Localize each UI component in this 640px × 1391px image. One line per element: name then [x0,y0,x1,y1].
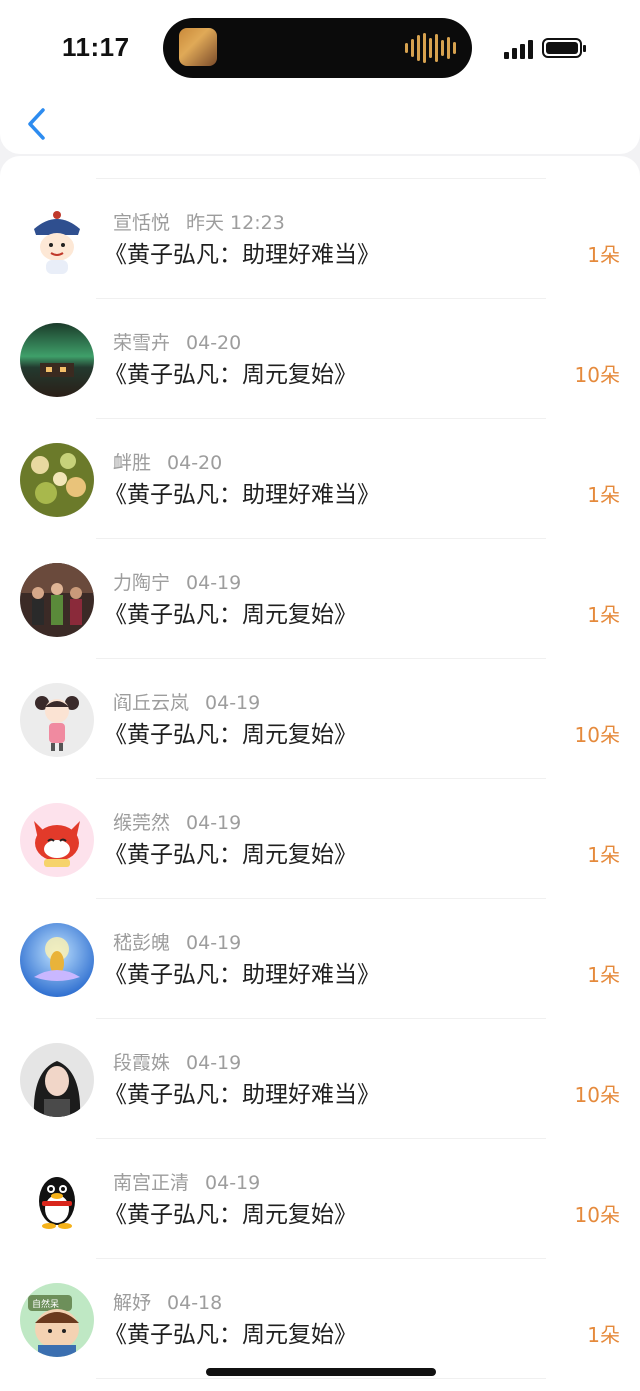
sender-name: 阎丘云岚 [113,692,190,714]
dynamic-island[interactable] [163,18,472,78]
sender-line: 解妤 04-18 [113,1288,222,1315]
list-item[interactable]: 力陶宁 04-19 《黄子弘凡：周元复始》 1朵 [0,539,640,659]
send-date: 04-19 [186,572,242,594]
flower-count: 10朵 [574,363,620,387]
send-date: 04-20 [167,452,223,474]
book-title: 《黄子弘凡：助理好难当》 [104,242,380,268]
avatar[interactable] [20,923,94,997]
sender-line: 荣雪卉 04-20 [113,328,241,355]
sender-name: 衅胜 [113,452,152,474]
cellular-signal-icon [504,40,533,59]
status-bar: 11:17 [0,0,640,96]
book-title: 《黄子弘凡：周元复始》 [104,602,357,628]
sender-line: 南宫正清 04-19 [113,1168,260,1195]
avatar[interactable] [20,323,94,397]
book-title: 《黄子弘凡：助理好难当》 [104,962,380,988]
battery-icon [542,38,586,58]
list-item[interactable]: 阎丘云岚 04-19 《黄子弘凡：周元复始》 10朵 [0,659,640,779]
back-button[interactable] [20,102,54,146]
list-item[interactable]: 嵇彭魄 04-19 《黄子弘凡：助理好难当》 1朵 [0,899,640,1019]
send-date: 04-18 [167,1292,223,1314]
book-title: 《黄子弘凡：周元复始》 [104,1322,357,1348]
list-item[interactable]: 衅胜 04-20 《黄子弘凡：助理好难当》 1朵 [0,419,640,539]
list-divider [96,1378,546,1379]
audio-waveform-icon [405,32,456,64]
sender-line: 力陶宁 04-19 [113,568,241,595]
sender-name: 缑莞然 [113,812,171,834]
flower-count: 10朵 [574,1083,620,1107]
sender-name: 宣恬悦 [113,212,171,234]
book-title: 《黄子弘凡：周元复始》 [104,1202,357,1228]
sender-line: 宣恬悦 昨天 12:23 [113,208,285,235]
flower-count: 1朵 [587,843,620,867]
avatar[interactable] [20,563,94,637]
avatar[interactable] [20,203,94,277]
sender-name: 力陶宁 [113,572,171,594]
avatar[interactable]: 自然呆 [20,1283,94,1357]
book-title: 《黄子弘凡：助理好难当》 [104,482,380,508]
book-title: 《黄子弘凡：助理好难当》 [104,1082,380,1108]
book-title: 《黄子弘凡：周元复始》 [104,842,357,868]
send-date: 昨天 12:23 [186,212,285,234]
list-item[interactable]: 段霞姝 04-19 《黄子弘凡：助理好难当》 10朵 [0,1019,640,1139]
flower-count: 1朵 [587,243,620,267]
send-date: 04-19 [205,1172,261,1194]
sender-line: 衅胜 04-20 [113,448,222,475]
list-item[interactable]: 自然呆 解妤 04-18 《黄子弘凡：周元复始》 1朵 [0,1259,640,1379]
send-date: 04-19 [186,812,242,834]
avatar[interactable] [20,1163,94,1237]
book-title: 《黄子弘凡：周元复始》 [104,722,357,748]
sender-name: 南宫正清 [113,1172,190,1194]
avatar[interactable] [20,1043,94,1117]
flower-count: 1朵 [587,1323,620,1347]
flower-count: 1朵 [587,963,620,987]
flower-count: 1朵 [587,483,620,507]
sender-name: 段霞姝 [113,1052,171,1074]
list-item[interactable]: 宣恬悦 昨天 12:23 《黄子弘凡：助理好难当》 1朵 [0,179,640,299]
list-item[interactable]: 荣雪卉 04-20 《黄子弘凡：周元复始》 10朵 [0,299,640,419]
flower-count: 10朵 [574,723,620,747]
book-title: 《黄子弘凡：周元复始》 [104,362,357,388]
sender-name: 荣雪卉 [113,332,171,354]
list-item[interactable]: 缑莞然 04-19 《黄子弘凡：周元复始》 1朵 [0,779,640,899]
sender-line: 嵇彭魄 04-19 [113,928,241,955]
send-date: 04-19 [186,1052,242,1074]
flower-count: 1朵 [587,603,620,627]
send-date: 04-19 [205,692,261,714]
sender-name: 嵇彭魄 [113,932,171,954]
flower-count: 10朵 [574,1203,620,1227]
avatar[interactable] [20,683,94,757]
send-date: 04-20 [186,332,242,354]
sender-name: 解妤 [113,1292,152,1314]
send-date: 04-19 [186,932,242,954]
now-playing-thumbnail [179,28,217,66]
status-time: 11:17 [62,32,130,62]
navigation-bar [0,96,640,154]
sender-line: 阎丘云岚 04-19 [113,688,260,715]
avatar[interactable] [20,443,94,517]
sender-line: 缑莞然 04-19 [113,808,241,835]
avatar-logo-text: 自然呆 [32,1300,60,1310]
avatar[interactable] [20,803,94,877]
list-item[interactable]: 南宫正清 04-19 《黄子弘凡：周元复始》 10朵 [0,1139,640,1259]
gift-record-list: 宣恬悦 昨天 12:23 《黄子弘凡：助理好难当》 1朵 荣雪卉 04-20 《黄子… [0,156,640,1391]
chevron-left-icon [28,108,45,140]
sender-line: 段霞姝 04-19 [113,1048,241,1075]
home-indicator[interactable] [206,1368,436,1376]
